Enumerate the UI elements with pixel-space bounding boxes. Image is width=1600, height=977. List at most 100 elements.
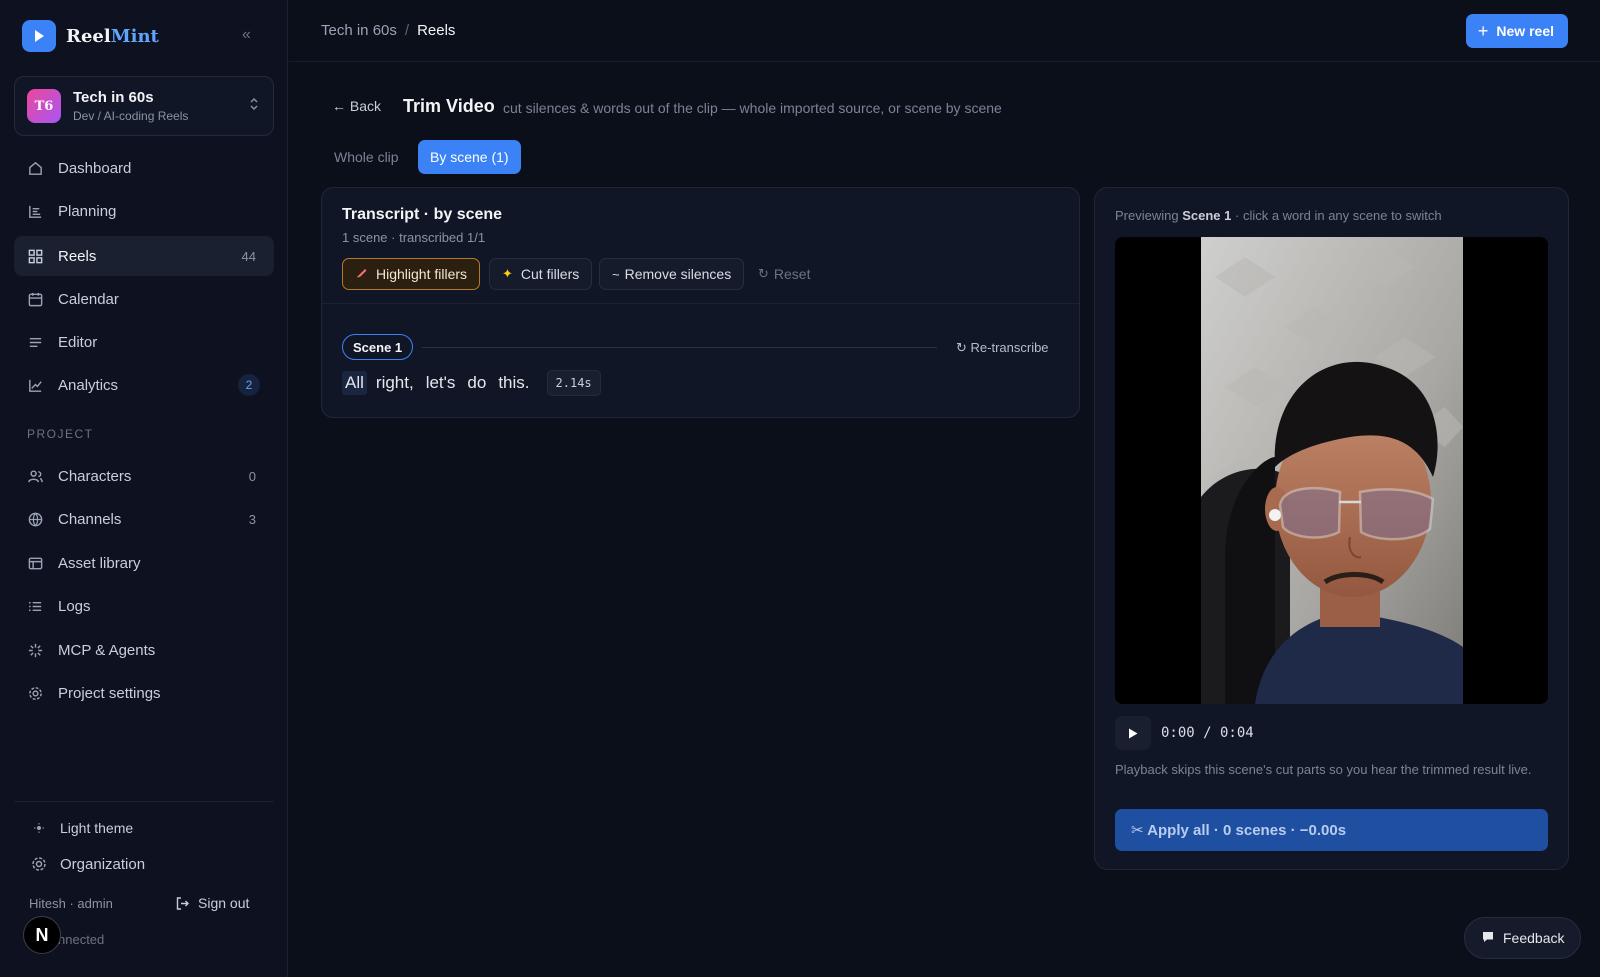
transcript-word[interactable]: right, bbox=[373, 371, 417, 395]
refresh-icon: ↻ bbox=[956, 340, 971, 355]
sparkles-icon: ✦ bbox=[502, 266, 513, 281]
play-icon bbox=[1129, 728, 1138, 738]
preview-card: Previewing Scene 1 · click a word in any… bbox=[1094, 187, 1569, 870]
remove-silences-button[interactable]: ~ Remove silences bbox=[599, 258, 745, 290]
nav-label: Reels bbox=[58, 247, 97, 265]
play-button[interactable] bbox=[1115, 716, 1151, 750]
calendar-icon bbox=[26, 290, 44, 308]
nav-characters[interactable]: Characters 0 bbox=[14, 456, 274, 496]
back-button[interactable]: ← Back bbox=[332, 98, 381, 114]
retranscribe-label: Re-transcribe bbox=[970, 340, 1049, 355]
retranscribe-button[interactable]: ↻ Re-transcribe bbox=[956, 340, 1049, 356]
nav-label: Characters bbox=[58, 467, 132, 485]
transcript-word[interactable]: do bbox=[464, 371, 489, 395]
nav-label: Dashboard bbox=[58, 159, 132, 177]
nav-label: Channels bbox=[58, 510, 122, 528]
nav-label: Project settings bbox=[58, 684, 161, 702]
home-icon bbox=[26, 159, 44, 177]
highlight-fillers-label: Highlight fillers bbox=[376, 266, 468, 282]
nav-label: Asset library bbox=[58, 554, 141, 572]
nav-label: MCP & Agents bbox=[58, 641, 156, 659]
highlight-fillers-button[interactable]: Highlight fillers bbox=[342, 258, 481, 290]
gear-icon bbox=[30, 855, 48, 873]
project-switcher[interactable]: T6 Tech in 60s Dev / AI-coding Reels bbox=[14, 76, 274, 136]
library-icon bbox=[26, 554, 44, 572]
transcript-word[interactable]: let's bbox=[423, 371, 459, 395]
users-icon bbox=[26, 467, 44, 485]
editor-icon bbox=[26, 333, 44, 351]
brand[interactable]: ReelMint bbox=[22, 20, 159, 52]
nav-reels[interactable]: Reels 44 bbox=[14, 236, 274, 276]
n-avatar[interactable]: N bbox=[23, 916, 61, 954]
scene-words: All right, let's do this. 2.14s bbox=[342, 370, 601, 396]
list-icon bbox=[26, 597, 44, 615]
connection-status: nnected bbox=[58, 932, 105, 947]
nav-dashboard[interactable]: Dashboard bbox=[14, 148, 274, 188]
nav-logs[interactable]: Logs bbox=[14, 586, 274, 626]
organization-link[interactable]: Organization bbox=[30, 855, 145, 873]
channels-count: 3 bbox=[248, 511, 256, 527]
cut-fillers-button[interactable]: ✦ Cut fillers bbox=[489, 258, 593, 290]
planning-icon bbox=[26, 202, 44, 220]
brand-name: ReelMint bbox=[66, 25, 159, 47]
transcript-word[interactable]: All bbox=[342, 371, 367, 395]
analytics-badge: 2 bbox=[238, 374, 260, 396]
nav-mcp-agents[interactable]: MCP & Agents bbox=[14, 630, 274, 670]
nav-project-settings[interactable]: Project settings bbox=[14, 673, 274, 713]
collapse-sidebar-icon[interactable]: « bbox=[242, 26, 251, 44]
nav-label: Editor bbox=[58, 333, 98, 351]
nav-analytics[interactable]: Analytics 2 bbox=[14, 365, 274, 405]
tab-whole-clip[interactable]: Whole clip bbox=[322, 140, 411, 174]
light-theme-toggle[interactable]: Light theme bbox=[30, 820, 133, 836]
spark-icon bbox=[26, 641, 44, 659]
grid-icon bbox=[26, 247, 44, 265]
nav-planning[interactable]: Planning bbox=[14, 191, 274, 231]
transcript-card: Transcript · by scene 1 scene · transcri… bbox=[321, 187, 1080, 418]
reels-count: 44 bbox=[241, 248, 256, 264]
project-avatar: T6 bbox=[27, 89, 61, 123]
reset-label: Reset bbox=[773, 266, 811, 282]
new-reel-label: New reel bbox=[1496, 23, 1554, 39]
video-frame bbox=[1115, 237, 1548, 704]
breadcrumb: Tech in 60s / Reels bbox=[321, 22, 455, 39]
feedback-button[interactable]: Feedback bbox=[1464, 917, 1582, 959]
breadcrumb-separator: / bbox=[404, 22, 410, 39]
breadcrumb-current: Reels bbox=[417, 22, 456, 39]
apply-all-button[interactable]: ✂ Apply all · 0 scenes · −0.00s bbox=[1115, 809, 1548, 851]
tab-by-scene[interactable]: By scene (1) bbox=[418, 140, 521, 174]
nav-calendar[interactable]: Calendar bbox=[14, 279, 274, 319]
scene-pill[interactable]: Scene 1 bbox=[342, 334, 414, 360]
sign-out-label: Sign out bbox=[198, 895, 250, 911]
gear-icon bbox=[26, 684, 44, 702]
reset-button[interactable]: ↻ Reset bbox=[746, 258, 822, 290]
chat-bubble-icon bbox=[1481, 930, 1495, 947]
project-name: Tech in 60s bbox=[73, 89, 154, 106]
new-reel-button[interactable]: + New reel bbox=[1465, 14, 1568, 48]
reset-icon: ↻ bbox=[758, 266, 769, 281]
transcript-word[interactable]: this. bbox=[495, 371, 532, 395]
nav-channels[interactable]: Channels 3 bbox=[14, 499, 274, 539]
breadcrumb-parent[interactable]: Tech in 60s bbox=[321, 22, 397, 39]
nav-editor[interactable]: Editor bbox=[14, 322, 274, 362]
playback-time: 0:00 / 0:04 bbox=[1161, 725, 1254, 741]
sign-out-icon bbox=[175, 896, 190, 911]
sun-icon bbox=[30, 823, 48, 833]
theme-label: Light theme bbox=[60, 820, 134, 836]
nav-label: Logs bbox=[58, 597, 91, 615]
sidebar-divider bbox=[14, 801, 274, 802]
wave-icon: ~ bbox=[612, 266, 620, 282]
nav-label: Analytics bbox=[58, 376, 119, 394]
sign-out-button[interactable]: Sign out bbox=[175, 895, 249, 911]
video-player[interactable] bbox=[1115, 237, 1548, 704]
preview-hint: Previewing Scene 1 · click a word in any… bbox=[1115, 208, 1442, 223]
play-logo-icon bbox=[22, 20, 56, 52]
nav-label: Calendar bbox=[58, 290, 119, 308]
transcript-subtitle: 1 scene · transcribed 1/1 bbox=[342, 230, 486, 245]
sidebar: ReelMint « T6 Tech in 60s Dev / AI-codin… bbox=[0, 0, 288, 977]
organization-label: Organization bbox=[60, 855, 146, 873]
page-title: Trim Video bbox=[403, 96, 495, 116]
globe-icon bbox=[26, 510, 44, 528]
plus-icon: + bbox=[1477, 20, 1489, 41]
nav-asset-library[interactable]: Asset library bbox=[14, 543, 274, 583]
cut-fillers-label: Cut fillers bbox=[520, 266, 580, 282]
